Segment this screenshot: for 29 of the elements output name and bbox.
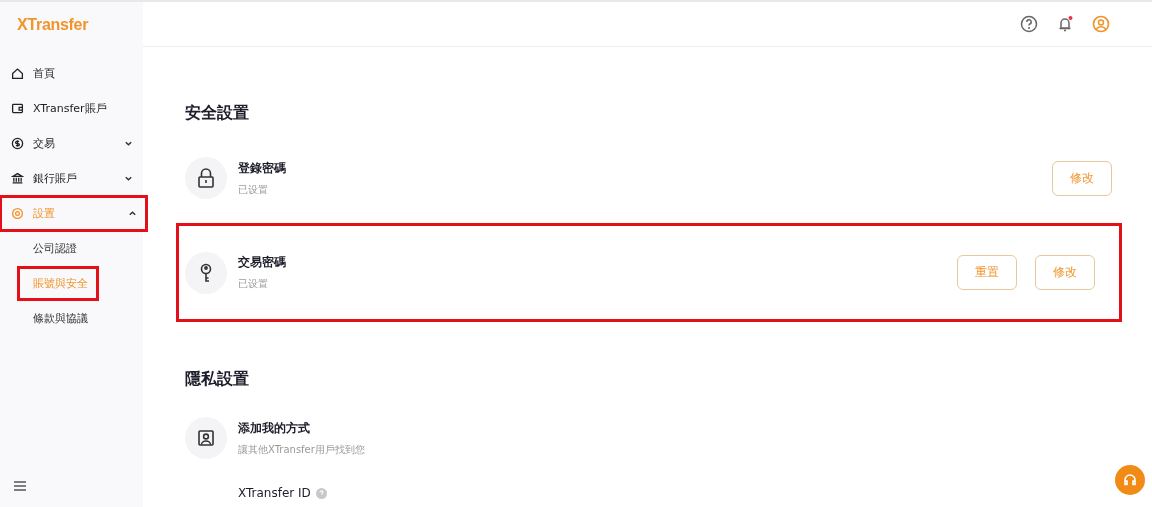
- key-icon: [185, 251, 227, 294]
- help-icon[interactable]: [1020, 15, 1038, 33]
- field-label: XTransfer ID: [238, 486, 311, 500]
- setting-title: 添加我的方式: [238, 419, 311, 437]
- nav-subitem[interactable]: 條款與協議: [0, 301, 143, 336]
- nav-item[interactable]: XTransfer賬戶: [0, 91, 143, 126]
- dollar-icon: [11, 137, 24, 150]
- gear-icon: [11, 207, 24, 220]
- section-title: 安全設置: [185, 103, 250, 124]
- user-avatar-icon[interactable]: [1092, 15, 1110, 33]
- setting-status: 讓其他XTransfer用戶找到您: [238, 442, 366, 457]
- bank-icon: [11, 172, 24, 185]
- menu-icon[interactable]: [14, 481, 26, 491]
- nav-item[interactable]: 首頁: [0, 56, 143, 91]
- lock-icon: [185, 157, 227, 199]
- headset-icon: [1122, 472, 1138, 488]
- nav-subitem[interactable]: 公司認證: [0, 231, 143, 266]
- home-icon: [11, 67, 24, 80]
- setting-title: 登錄密碼: [238, 159, 287, 177]
- section-title: 隱私設置: [185, 369, 250, 390]
- nav-item[interactable]: 交易: [0, 126, 143, 161]
- wallet-icon: [11, 102, 24, 115]
- logo: XTransfer: [16, 15, 90, 35]
- contact-card-icon: [185, 417, 227, 459]
- support-button[interactable]: [1115, 465, 1145, 495]
- setting-status: 已设置: [238, 182, 269, 197]
- setting-status: 已设置: [238, 277, 269, 291]
- setting-title: 交易密碼: [238, 254, 287, 271]
- nav-item[interactable]: 銀行賬戶: [0, 161, 143, 196]
